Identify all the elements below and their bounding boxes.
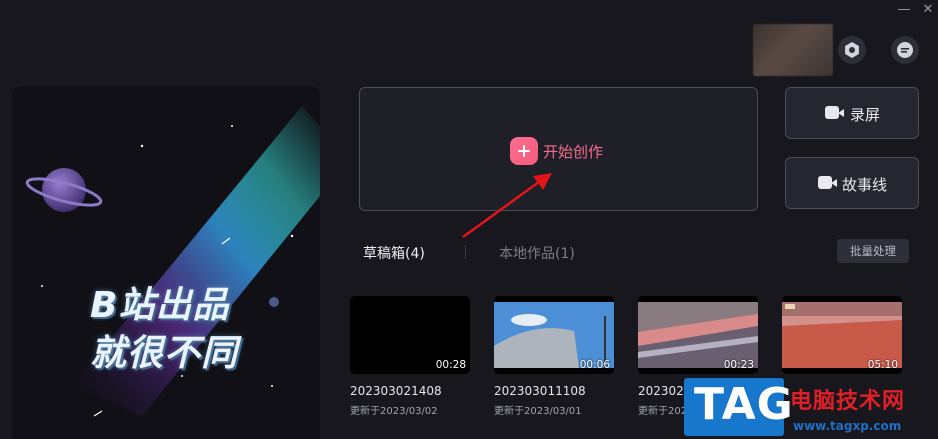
storyline-button[interactable]: 故事线	[785, 157, 919, 209]
screen-record-label: 录屏	[850, 106, 881, 124]
draft-thumbnail[interactable]: 05:10	[782, 296, 902, 374]
minimize-button[interactable]: —	[896, 2, 912, 18]
avatar[interactable]	[753, 24, 833, 76]
draft-thumbnail[interactable]: 00:06	[494, 296, 614, 374]
camera-icon	[825, 106, 844, 119]
banner-headline-2: 就很不同	[90, 333, 239, 374]
duration-badge: 00:28	[435, 359, 466, 371]
duration-badge: 00:06	[579, 359, 610, 371]
storyline-label: 故事线	[842, 176, 888, 194]
banner-headline-1: B站出品	[90, 285, 230, 326]
tab-local-works[interactable]: 本地作品(1)	[499, 243, 575, 263]
draft-name: 202303011108	[494, 384, 586, 398]
watermark-tag: TAG	[694, 379, 794, 430]
watermark-url: www.tagxp.com	[793, 419, 902, 433]
message-icon[interactable]	[891, 36, 919, 64]
annotation-arrow	[462, 173, 552, 239]
start-create-label[interactable]: 开始创作	[543, 141, 603, 162]
gear-icon[interactable]	[838, 36, 866, 64]
camera-icon	[818, 176, 837, 189]
draft-thumbnail[interactable]: 00:28	[350, 296, 470, 374]
close-button[interactable]: ✕	[920, 2, 936, 18]
duration-badge: 05:10	[867, 359, 898, 371]
watermark-site-name: 电脑技术网	[790, 389, 906, 414]
draft-date: 更新于2023/03/02	[350, 406, 438, 417]
duration-badge: 00:23	[723, 359, 754, 371]
tab-drafts[interactable]: 草稿箱(4)	[363, 243, 425, 263]
promo-banner[interactable]: B站出品 就很不同	[12, 86, 320, 439]
tab-divider	[465, 245, 466, 259]
screen-record-button[interactable]: 录屏	[785, 87, 919, 139]
draft-thumbnail[interactable]: 00:23	[638, 296, 758, 374]
draft-name: 202303021408	[350, 384, 442, 398]
batch-process-button[interactable]: 批量处理	[837, 239, 909, 263]
plus-icon[interactable]	[510, 137, 538, 165]
draft-date: 更新于2023/03/01	[494, 406, 582, 417]
